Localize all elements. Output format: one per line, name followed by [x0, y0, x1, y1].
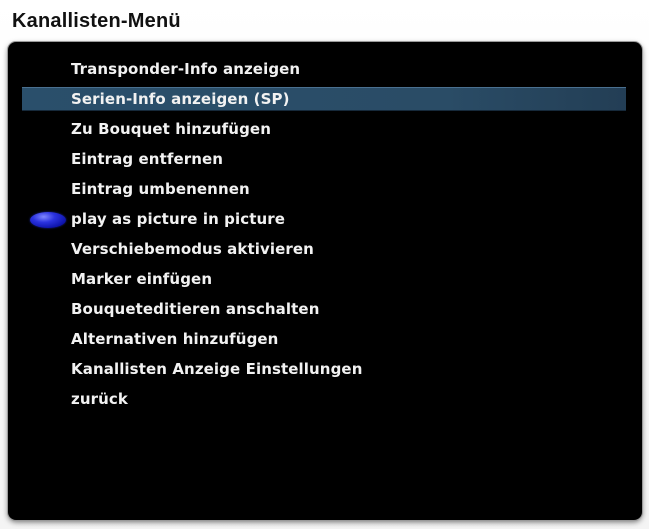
menu-item-serien-info[interactable]: Serien-Info anzeigen (SP) — [8, 84, 642, 114]
menu-item-remove-entry[interactable]: Eintrag entfernen — [8, 144, 642, 174]
menu-item-label: Verschiebemodus aktivieren — [71, 240, 314, 258]
menu-item-display-settings[interactable]: Kanallisten Anzeige Einstellungen — [8, 354, 642, 384]
menu-item-back[interactable]: zurück — [8, 384, 642, 414]
menu-item-transponder-info[interactable]: Transponder-Info anzeigen — [8, 54, 642, 84]
menu-item-rename-entry[interactable]: Eintrag umbenennen — [8, 174, 642, 204]
menu-item-add-alternatives[interactable]: Alternativen hinzufügen — [8, 324, 642, 354]
menu-title: Kanallisten-Menü — [12, 10, 181, 32]
menu-item-picture-in-picture[interactable]: play as picture in picture — [8, 204, 642, 234]
menu-item-label: Serien-Info anzeigen (SP) — [71, 90, 290, 108]
menu-list: Transponder-Info anzeigen Serien-Info an… — [8, 54, 642, 414]
menu-item-add-to-bouquet[interactable]: Zu Bouquet hinzufügen — [8, 114, 642, 144]
menu-item-label: Zu Bouquet hinzufügen — [71, 120, 271, 138]
menu-item-label: zurück — [71, 390, 128, 408]
menu-panel: Transponder-Info anzeigen Serien-Info an… — [8, 42, 642, 520]
menu-item-label: Alternativen hinzufügen — [71, 330, 279, 348]
menu-item-label: Transponder-Info anzeigen — [71, 60, 301, 78]
screen: Kanallisten-Menü Transponder-Info anzeig… — [0, 0, 649, 529]
menu-item-label: play as picture in picture — [71, 210, 286, 228]
blue-button-icon — [30, 212, 66, 228]
menu-item-move-mode[interactable]: Verschiebemodus aktivieren — [8, 234, 642, 264]
menu-item-label: Eintrag umbenennen — [71, 180, 250, 198]
menu-item-bouquet-edit[interactable]: Bouqueteditieren anschalten — [8, 294, 642, 324]
menu-item-label: Bouqueteditieren anschalten — [71, 300, 320, 318]
menu-item-label: Eintrag entfernen — [71, 150, 224, 168]
menu-item-insert-marker[interactable]: Marker einfügen — [8, 264, 642, 294]
menu-item-label: Marker einfügen — [71, 270, 213, 288]
menu-item-label: Kanallisten Anzeige Einstellungen — [71, 360, 363, 378]
